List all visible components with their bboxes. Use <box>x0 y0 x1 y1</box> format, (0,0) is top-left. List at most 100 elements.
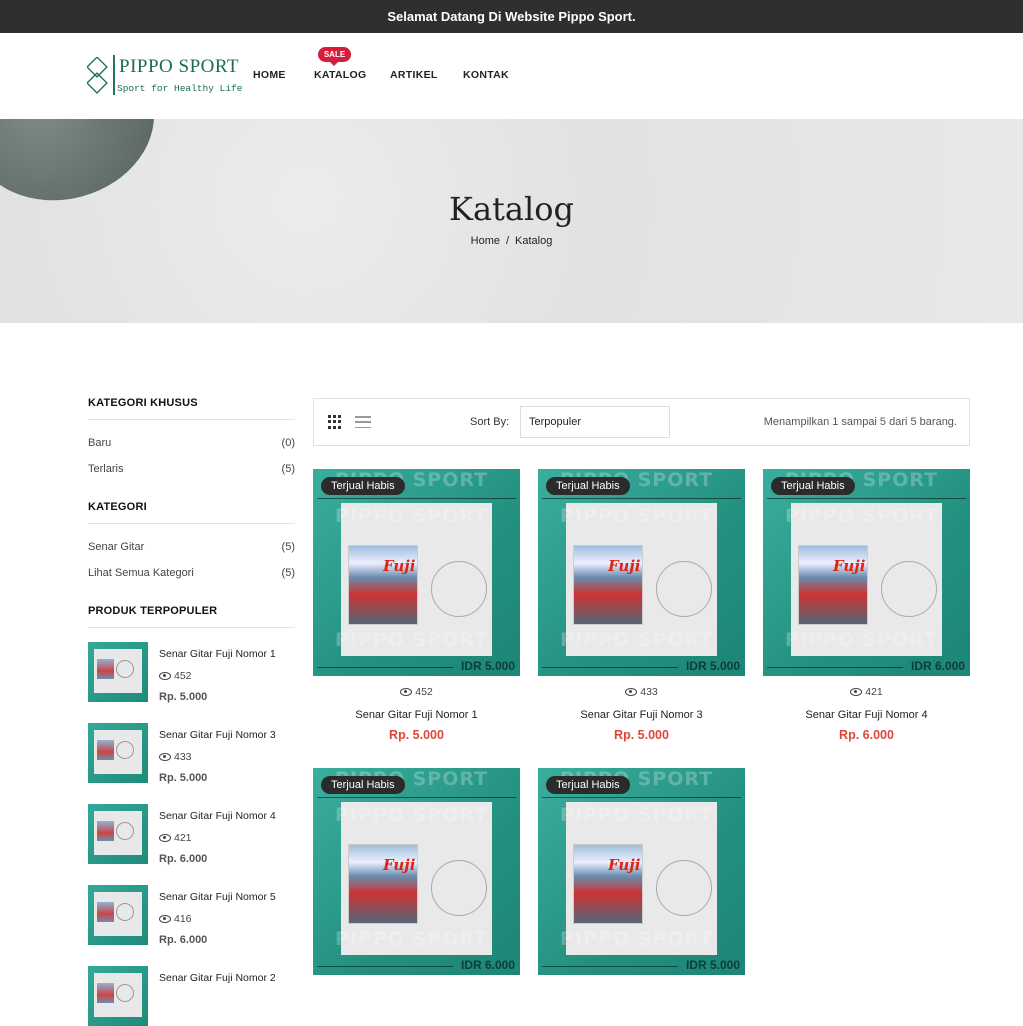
product-name[interactable]: Senar Gitar Fuji Nomor 2 <box>159 972 276 984</box>
image-price: IDR 6.000 <box>460 958 515 972</box>
breadcrumb-separator: / <box>505 235 510 247</box>
page-title: Katalog <box>449 190 574 228</box>
sold-out-badge: Terjual Habis <box>321 477 405 495</box>
view-count: 421 <box>159 832 192 844</box>
sold-out-badge: Terjual Habis <box>321 776 405 794</box>
eye-icon <box>400 688 413 696</box>
product-image[interactable]: Fuji PIPPO SPORT PIPPO SPORT PIPPO SPORT… <box>313 469 520 676</box>
view-count-value: 421 <box>174 832 192 844</box>
divider <box>88 419 295 420</box>
sidebar-item-senar-gitar[interactable]: Senar Gitar (5) <box>88 541 295 553</box>
logo-mark-icon <box>87 57 108 94</box>
view-count: 433 <box>538 686 745 698</box>
welcome-text: Selamat Datang Di Website Pippo Sport. <box>387 9 636 24</box>
image-watermark: PIPPO SPORT <box>335 928 489 950</box>
divider <box>88 627 295 628</box>
sidebar-item-all-categories[interactable]: Lihat Semua Kategori (5) <box>88 567 295 579</box>
product-price: Rp. 5.000 <box>614 728 669 742</box>
sidebar-item-terlaris[interactable]: Terlaris (5) <box>88 463 295 475</box>
sort-select[interactable]: Terpopuler <box>520 406 670 438</box>
view-count-value: 452 <box>174 670 192 682</box>
nav-katalog[interactable]: KATALOG <box>314 69 366 81</box>
image-price: IDR 5.000 <box>685 958 740 972</box>
popular-product-item[interactable]: Senar Gitar Fuji Nomor 2 <box>88 966 295 1026</box>
view-count-value: 416 <box>174 913 192 925</box>
product-price: Rp. 6.000 <box>159 853 208 865</box>
sidebar-item-label: Senar Gitar <box>88 541 145 553</box>
popular-product-item[interactable]: Senar Gitar Fuji Nomor 5 416 Rp. 6.000 <box>88 885 295 946</box>
view-count: 452 <box>313 686 520 698</box>
sidebar-item-count: (5) <box>281 567 295 579</box>
nav-artikel[interactable]: ARTIKEL <box>390 69 438 81</box>
product-thumbnail[interactable] <box>88 723 148 783</box>
image-watermark: PIPPO SPORT <box>560 928 714 950</box>
image-price: IDR 6.000 <box>910 659 965 673</box>
product-thumbnail[interactable] <box>88 885 148 945</box>
sidebar-item-label: Baru <box>88 437 112 449</box>
sidebar-item-count: (0) <box>281 437 295 449</box>
product-name[interactable]: Senar Gitar Fuji Nomor 5 <box>159 891 276 903</box>
product-name[interactable]: Senar Gitar Fuji Nomor 4 <box>763 709 970 721</box>
product-thumbnail[interactable] <box>88 966 148 1026</box>
product-image[interactable]: Fuji PIPPO SPORT PIPPO SPORT PIPPO SPORT… <box>538 469 745 676</box>
divider <box>88 523 295 524</box>
nav-kontak[interactable]: KONTAK <box>463 69 509 81</box>
image-watermark: PIPPO SPORT <box>335 804 489 826</box>
popular-product-item[interactable]: Senar Gitar Fuji Nomor 1 452 Rp. 5.000 <box>88 642 295 703</box>
welcome-bar: Selamat Datang Di Website Pippo Sport. <box>0 0 1023 33</box>
product-image[interactable]: Fuji PIPPO SPORT PIPPO SPORT PIPPO SPORT… <box>313 768 520 975</box>
view-count: 416 <box>159 913 192 925</box>
view-count-value: 433 <box>174 751 192 763</box>
eye-icon <box>159 915 171 923</box>
product-name[interactable]: Senar Gitar Fuji Nomor 4 <box>159 810 276 822</box>
product-name[interactable]: Senar Gitar Fuji Nomor 1 <box>159 648 276 660</box>
image-watermark: PIPPO SPORT <box>335 505 489 527</box>
product-thumbnail[interactable] <box>88 642 148 702</box>
category-heading: KATEGORI <box>88 501 147 513</box>
image-watermark: PIPPO SPORT <box>560 804 714 826</box>
product-name[interactable]: Senar Gitar Fuji Nomor 3 <box>159 729 276 741</box>
view-count-value: 452 <box>415 686 433 698</box>
popular-products-heading: PRODUK TERPOPULER <box>88 605 218 617</box>
sidebar-item-count: (5) <box>281 541 295 553</box>
special-category-heading: KATEGORI KHUSUS <box>88 397 198 409</box>
view-count-value: 433 <box>640 686 658 698</box>
eye-icon <box>625 688 638 696</box>
eye-icon <box>159 672 171 680</box>
grid-view-icon[interactable] <box>328 415 342 429</box>
list-view-icon[interactable] <box>355 416 371 428</box>
view-count-value: 421 <box>865 686 883 698</box>
breadcrumb-current: Katalog <box>515 235 553 247</box>
breadcrumb: Home / Katalog <box>0 235 1023 247</box>
image-watermark: PIPPO SPORT <box>335 629 489 651</box>
popular-product-item[interactable]: Senar Gitar Fuji Nomor 4 421 Rp. 6.000 <box>88 804 295 865</box>
sale-badge: SALE <box>318 47 351 66</box>
product-image[interactable]: Fuji PIPPO SPORT PIPPO SPORT PIPPO SPORT… <box>763 469 970 676</box>
logo-divider <box>113 55 115 95</box>
sort-label: Sort By: <box>470 416 510 428</box>
sidebar-item-label: Terlaris <box>88 463 124 475</box>
image-watermark: PIPPO SPORT <box>785 505 939 527</box>
image-price: IDR 5.000 <box>685 659 740 673</box>
sold-out-badge: Terjual Habis <box>546 776 630 794</box>
sold-out-badge: Terjual Habis <box>546 477 630 495</box>
product-thumbnail[interactable] <box>88 804 148 864</box>
product-price: Rp. 5.000 <box>159 772 208 784</box>
site-logo[interactable]: PIPPO SPORT Sport for Healthy Life <box>87 55 242 99</box>
logo-tagline: Sport for Healthy Life <box>117 83 243 94</box>
nav-home[interactable]: HOME <box>253 69 286 81</box>
sidebar-item-baru[interactable]: Baru (0) <box>88 437 295 449</box>
product-price: Rp. 6.000 <box>839 728 894 742</box>
sidebar-item-count: (5) <box>281 463 295 475</box>
sidebar-item-label: Lihat Semua Kategori <box>88 567 194 579</box>
product-price: Rp. 5.000 <box>159 691 208 703</box>
view-count: 421 <box>763 686 970 698</box>
product-image[interactable]: Fuji PIPPO SPORT PIPPO SPORT PIPPO SPORT… <box>538 768 745 975</box>
popular-product-item[interactable]: Senar Gitar Fuji Nomor 3 433 Rp. 5.000 <box>88 723 295 784</box>
product-name[interactable]: Senar Gitar Fuji Nomor 3 <box>538 709 745 721</box>
product-name[interactable]: Senar Gitar Fuji Nomor 1 <box>313 709 520 721</box>
image-watermark: PIPPO SPORT <box>560 505 714 527</box>
sold-out-badge: Terjual Habis <box>771 477 855 495</box>
breadcrumb-home[interactable]: Home <box>471 235 500 247</box>
product-price: Rp. 6.000 <box>159 934 208 946</box>
